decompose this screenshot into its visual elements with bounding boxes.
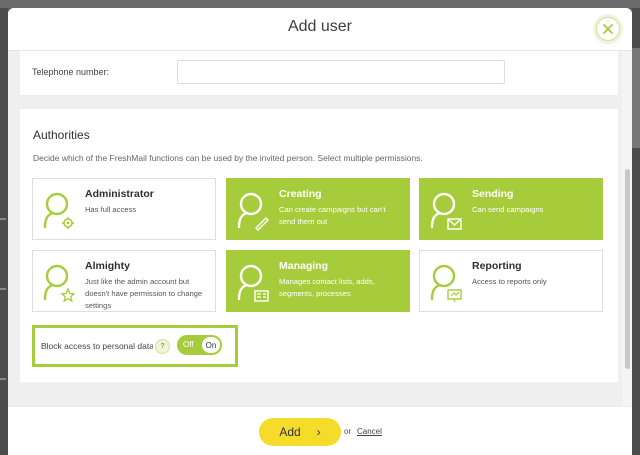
- block-access-label: Block access to personal data: [41, 341, 153, 351]
- user-pencil-icon: [237, 192, 269, 231]
- contact-section: Telephone number:: [20, 51, 618, 95]
- card-managing[interactable]: Managing Manages contact lists, adds, se…: [226, 250, 410, 312]
- chevron-right-icon: ›: [316, 425, 321, 439]
- user-star-icon: [43, 264, 75, 303]
- or-text: or: [344, 427, 352, 436]
- card-description: Has full access: [85, 205, 137, 214]
- backdrop-mark: [0, 378, 6, 380]
- help-icon[interactable]: ?: [155, 339, 170, 354]
- user-envelope-icon: [430, 192, 462, 230]
- toggle-off-label: Off: [183, 340, 194, 349]
- authorities-title: Authorities: [33, 128, 90, 142]
- close-icon: [603, 24, 613, 34]
- telephone-label: Telephone number:: [32, 67, 110, 77]
- modal-title: Add user: [287, 18, 353, 35]
- card-almighty[interactable]: Almighty Just like the admin account but…: [32, 250, 216, 312]
- card-title: Managing: [279, 260, 328, 272]
- modal-scrollbar[interactable]: [622, 51, 632, 406]
- add-button-label: Add: [279, 425, 301, 439]
- user-chart-icon: [430, 264, 462, 302]
- card-title: Almighty: [85, 260, 130, 272]
- cancel-link[interactable]: Cancel: [357, 427, 382, 436]
- card-title: Administrator: [85, 188, 154, 200]
- card-description: Can create campaigns but can't send them…: [279, 205, 386, 226]
- card-title: Reporting: [472, 260, 522, 272]
- card-creating[interactable]: Creating Can create campaigns but can't …: [226, 178, 410, 240]
- card-reporting[interactable]: Reporting Access to reports only: [419, 250, 603, 312]
- card-sending[interactable]: Sending Can send campaigns: [419, 178, 603, 240]
- authorities-description: Decide which of the FreshMail functions …: [33, 153, 423, 163]
- block-access-row: Block access to personal data ? Off On: [32, 325, 238, 367]
- modal-header: Add user: [8, 8, 632, 51]
- page-scrollbar[interactable]: [632, 48, 640, 148]
- card-title: Creating: [279, 188, 322, 200]
- backdrop-left: [0, 8, 8, 455]
- card-title: Sending: [472, 188, 514, 200]
- modal-body: Telephone number: Authorities Decide whi…: [8, 51, 632, 406]
- block-access-toggle[interactable]: Off On: [177, 335, 222, 355]
- user-gear-icon: [43, 192, 74, 229]
- card-description: Access to reports only: [472, 277, 547, 286]
- scroll-thumb[interactable]: [625, 169, 630, 369]
- modal-footer: Add › or Cancel: [8, 406, 632, 455]
- card-administrator[interactable]: Administrator Has full access: [32, 178, 216, 240]
- backdrop-mark: [0, 218, 6, 220]
- backdrop-right: [632, 8, 640, 455]
- add-button[interactable]: Add ›: [259, 418, 341, 446]
- card-description: Manages contact lists, adds, segments, p…: [279, 277, 375, 298]
- card-description: Just like the admin account but doesn't …: [85, 277, 203, 310]
- backdrop-mark: [0, 288, 6, 290]
- telephone-input[interactable]: [177, 60, 505, 84]
- toggle-on-knob: On: [202, 337, 220, 353]
- authorities-section: Authorities Decide which of the FreshMai…: [20, 109, 618, 382]
- add-user-modal: Add user Telephone number: Authorities D…: [8, 8, 632, 455]
- backdrop-top: [0, 0, 640, 8]
- close-button[interactable]: [596, 17, 620, 41]
- card-description: Can send campaigns: [472, 205, 544, 214]
- user-contacts-icon: [237, 264, 269, 302]
